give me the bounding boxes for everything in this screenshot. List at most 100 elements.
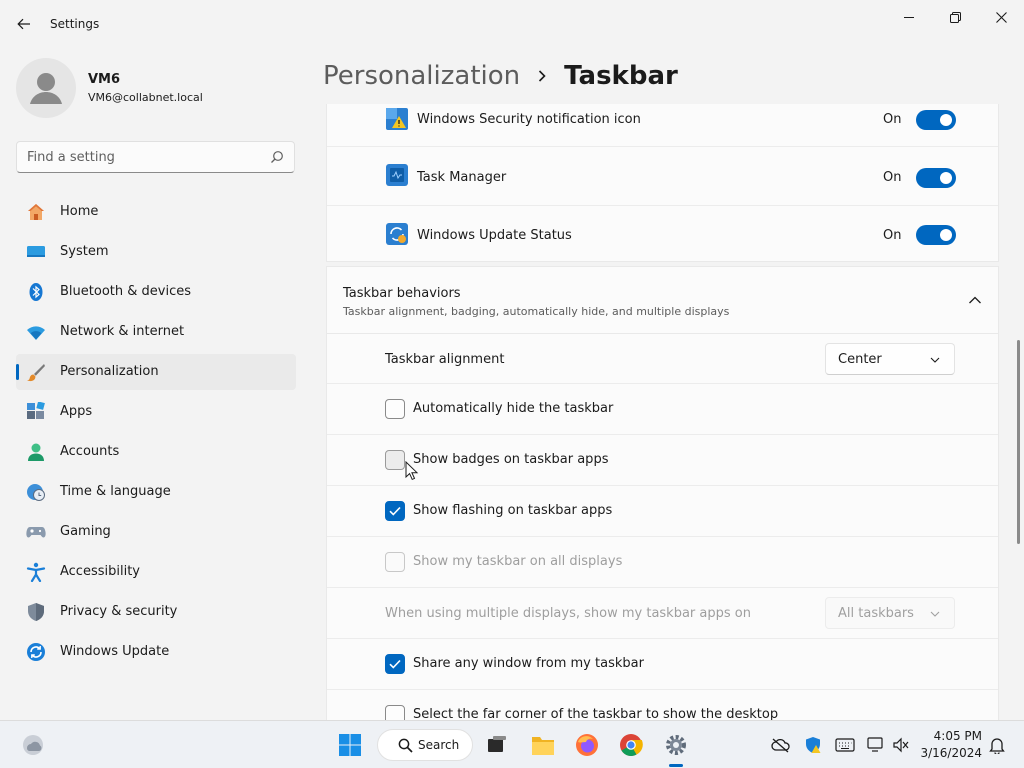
update-icon: [26, 642, 46, 662]
taskbar-behaviors-header[interactable]: Taskbar behaviors Taskbar alignment, bad…: [326, 266, 999, 334]
sidebar-item-gaming[interactable]: Gaming: [16, 514, 296, 550]
bell-icon: [989, 738, 1005, 754]
chevron-right-icon: [534, 68, 550, 84]
weather-icon: [23, 735, 43, 755]
toggle-state-text: On: [883, 228, 902, 243]
sidebar-item-label: Accounts: [60, 444, 120, 459]
shield-icon: [26, 602, 46, 622]
sidebar-item-privacy-security[interactable]: Privacy & security: [16, 594, 296, 630]
sidebar-item-label: Network & internet: [60, 324, 185, 339]
onedrive-tray[interactable]: [770, 735, 792, 755]
close-button[interactable]: [978, 4, 1024, 30]
chrome-button[interactable]: [614, 729, 648, 761]
sidebar-item-network[interactable]: Network & internet: [16, 314, 296, 350]
task-manager-toggle[interactable]: [916, 168, 956, 188]
multi-display-dropdown[interactable]: All taskbars: [825, 597, 955, 629]
shield-warning-icon: [806, 737, 821, 753]
checkmark-icon: [389, 659, 401, 669]
file-explorer-button[interactable]: [526, 729, 560, 761]
breadcrumb-parent[interactable]: Personalization: [323, 61, 520, 91]
sidebar-item-label: System: [60, 244, 109, 259]
search-icon[interactable]: [270, 150, 284, 164]
share-window-checkbox[interactable]: [385, 654, 405, 674]
user-avatar-icon: [30, 73, 62, 104]
settings-search[interactable]: [16, 141, 295, 173]
sidebar-item-personalization[interactable]: Personalization: [16, 354, 296, 390]
section-subtitle: Taskbar alignment, badging, automaticall…: [343, 305, 730, 318]
scrollbar[interactable]: [1017, 340, 1020, 544]
volume-tray[interactable]: [890, 735, 912, 755]
sidebar-item-windows-update[interactable]: Windows Update: [16, 634, 296, 670]
toggle-state-text: On: [883, 170, 902, 185]
sidebar-item-bluetooth[interactable]: Bluetooth & devices: [16, 274, 296, 310]
clock-time[interactable]: 4:05 PM: [930, 729, 982, 743]
search-input[interactable]: [17, 142, 257, 172]
tray-row-windows-update: Windows Update Status On: [327, 206, 998, 262]
far-corner-checkbox[interactable]: [385, 705, 405, 720]
network-tray[interactable]: [866, 735, 888, 755]
sidebar-item-accessibility[interactable]: Accessibility: [16, 554, 296, 590]
cloud-offline-icon: [771, 738, 790, 753]
auto-hide-checkbox[interactable]: [385, 399, 405, 419]
settings-app-button[interactable]: [659, 729, 693, 761]
auto-hide-label: Automatically hide the taskbar: [413, 401, 614, 416]
restore-button[interactable]: [932, 4, 978, 30]
minimize-icon: [904, 17, 914, 18]
sidebar-item-home[interactable]: Home: [16, 194, 296, 230]
settings-content: Windows Security notification icon On Ta…: [326, 104, 999, 720]
security-notification-toggle[interactable]: [916, 110, 956, 130]
tray-row-security: Windows Security notification icon On: [327, 104, 998, 147]
mouse-cursor-icon: [405, 461, 419, 481]
active-app-indicator: [669, 764, 683, 767]
badges-checkbox[interactable]: [385, 450, 405, 470]
weather-widget[interactable]: [16, 729, 50, 761]
alignment-label: Taskbar alignment: [385, 352, 505, 367]
multi-display-value: All taskbars: [838, 606, 914, 621]
taskbar-search[interactable]: Search: [377, 729, 473, 761]
sidebar-item-system[interactable]: System: [16, 234, 296, 270]
share-window-row: Share any window from my taskbar: [327, 639, 998, 690]
alignment-dropdown[interactable]: Center: [825, 343, 955, 375]
user-email: VM6@collabnet.local: [88, 91, 203, 104]
user-profile[interactable]: VM6 VM6@collabnet.local: [16, 58, 296, 118]
firefox-button[interactable]: [570, 729, 604, 761]
flashing-row: Show flashing on taskbar apps: [327, 486, 998, 537]
task-view-icon: [488, 736, 506, 752]
sidebar-item-time-language[interactable]: Time & language: [16, 474, 296, 510]
chevron-up-icon[interactable]: [968, 295, 982, 305]
sidebar-item-label: Windows Update: [60, 644, 170, 659]
sidebar-item-label: Privacy & security: [60, 604, 178, 619]
all-displays-row: Show my taskbar on all displays: [327, 537, 998, 588]
sidebar-item-label: Time & language: [60, 484, 171, 499]
user-name: VM6: [88, 72, 121, 87]
wifi-icon: [26, 322, 46, 342]
all-displays-label: Show my taskbar on all displays: [413, 554, 623, 569]
back-arrow-icon: [17, 18, 30, 30]
sidebar-item-accounts[interactable]: Accounts: [16, 434, 296, 470]
task-view-button[interactable]: [480, 729, 514, 761]
speaker-muted-icon: [893, 737, 909, 753]
security-tray[interactable]: [802, 735, 824, 755]
taskbar-search-label: Search: [418, 738, 460, 752]
minimize-button[interactable]: [886, 4, 932, 30]
keyboard-tray[interactable]: [834, 735, 856, 755]
sidebar-item-apps[interactable]: Apps: [16, 394, 296, 430]
badges-row: Show badges on taskbar apps: [327, 435, 998, 486]
back-button[interactable]: [10, 10, 38, 38]
title-bar: Settings: [0, 0, 1024, 48]
taskbar: Search 4:05 PM 3/16/2024: [0, 720, 1024, 768]
globe-clock-icon: [26, 482, 46, 502]
tray-label-task-manager: Task Manager: [417, 170, 507, 185]
bluetooth-icon: [26, 282, 46, 302]
all-displays-checkbox[interactable]: [385, 552, 405, 572]
auto-hide-row: Automatically hide the taskbar: [327, 384, 998, 435]
badges-label: Show badges on taskbar apps: [413, 452, 609, 467]
sidebar-item-label: Home: [60, 204, 99, 219]
flashing-checkbox[interactable]: [385, 501, 405, 521]
security-notification-icon: [386, 108, 408, 130]
start-button[interactable]: [333, 729, 367, 761]
notifications-tray[interactable]: [986, 735, 1008, 755]
accessibility-icon: [26, 562, 46, 582]
windows-update-status-toggle[interactable]: [916, 225, 956, 245]
clock-date[interactable]: 3/16/2024: [918, 746, 982, 760]
